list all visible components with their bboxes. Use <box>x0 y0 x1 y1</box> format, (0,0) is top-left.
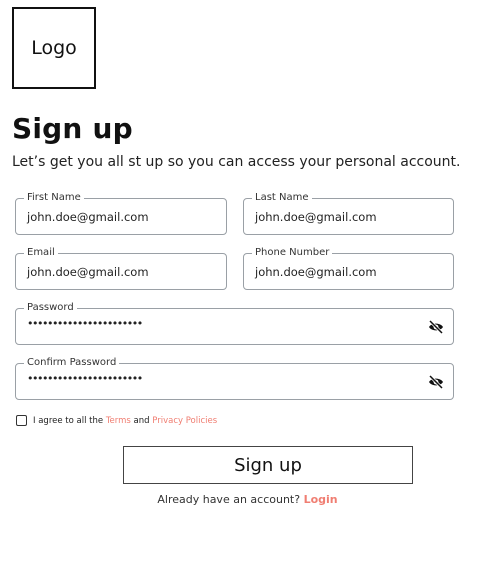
agree-checkbox[interactable] <box>16 415 27 426</box>
phone-number-label: Phone Number <box>252 247 333 259</box>
first-name-label: First Name <box>24 192 84 204</box>
login-link[interactable]: Login <box>304 493 338 506</box>
email-value: john.doe@gmail.com <box>27 265 149 279</box>
password-label: Password <box>24 302 77 314</box>
page-subtitle: Let’s get you all st up so you can acces… <box>12 154 461 170</box>
confirm-password-label: Confirm Password <box>24 357 120 369</box>
logo-text: Logo <box>31 37 77 59</box>
password-field[interactable]: Password ••••••••••••••••••••••• <box>15 302 454 345</box>
agree-row: I agree to all the Terms and Privacy Pol… <box>16 415 217 426</box>
email-label: Email <box>24 247 58 259</box>
eye-slash-icon[interactable] <box>428 320 444 334</box>
first-name-value: john.doe@gmail.com <box>27 210 149 224</box>
terms-link[interactable]: Terms <box>106 416 131 426</box>
logo: Logo <box>12 7 96 89</box>
eye-slash-icon[interactable] <box>428 375 444 389</box>
login-prompt-text: Already have an account? <box>157 493 301 506</box>
confirm-password-field[interactable]: Confirm Password ••••••••••••••••••••••• <box>15 357 454 400</box>
privacy-policies-link[interactable]: Privacy Policies <box>152 416 217 426</box>
first-name-field[interactable]: First Name john.doe@gmail.com <box>15 192 227 235</box>
phone-number-field[interactable]: Phone Number john.doe@gmail.com <box>243 247 454 290</box>
login-prompt: Already have an account? Login <box>0 493 495 506</box>
last-name-value: john.doe@gmail.com <box>255 210 377 224</box>
sign-up-button[interactable]: Sign up <box>123 446 413 484</box>
last-name-label: Last Name <box>252 192 312 204</box>
phone-number-value: john.doe@gmail.com <box>255 265 377 279</box>
password-value: ••••••••••••••••••••••• <box>27 317 143 330</box>
confirm-password-value: ••••••••••••••••••••••• <box>27 372 143 385</box>
agree-prefix: I agree to all the <box>33 415 104 426</box>
email-field[interactable]: Email john.doe@gmail.com <box>15 247 227 290</box>
last-name-field[interactable]: Last Name john.doe@gmail.com <box>243 192 454 235</box>
page-title: Sign up <box>12 112 133 145</box>
agree-and: and <box>133 415 150 426</box>
